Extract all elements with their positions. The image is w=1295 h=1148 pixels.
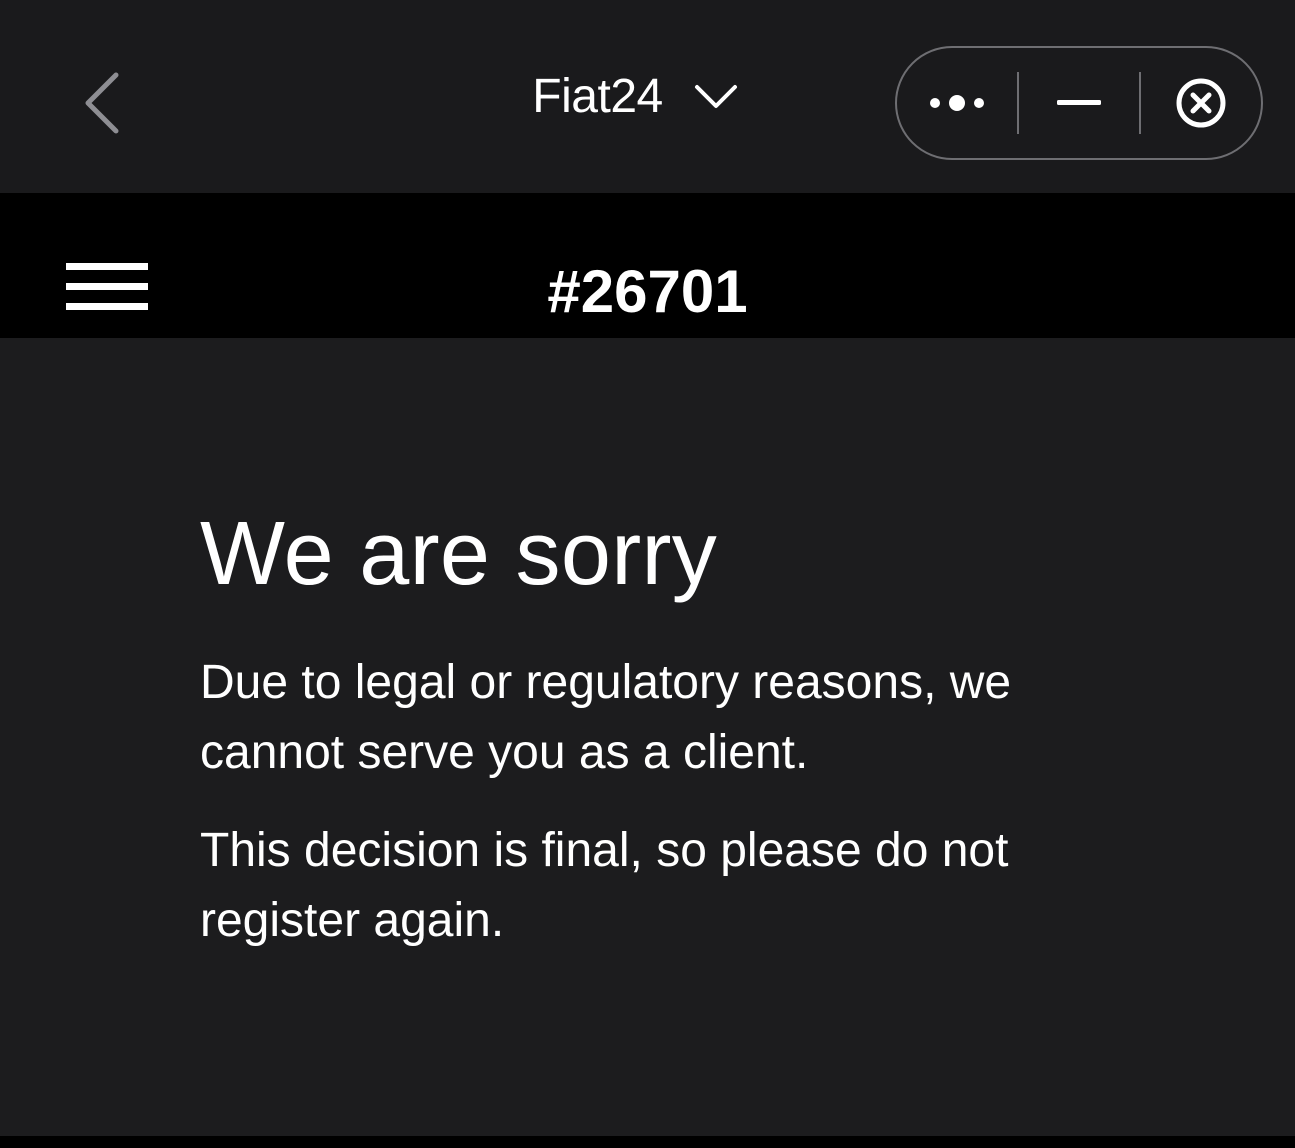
close-button[interactable] [1141,48,1261,158]
account-number: #26701 [547,258,748,325]
more-button[interactable] [897,48,1017,158]
screen: Fiat24 #26701 We are sorry Due to legal … [0,0,1295,1148]
main-content: We are sorry Due to legal or regulatory … [200,338,1160,956]
bottom-edge [0,1136,1295,1148]
minimize-button[interactable] [1019,48,1139,158]
app-title: Fiat24 [532,70,663,123]
final-decision-message: This decision is final, so please do not… [200,824,1009,947]
page-title: We are sorry [200,504,718,604]
mini-program-top-bar: Fiat24 [0,0,1295,193]
close-circle-icon [1176,78,1226,128]
chevron-down-icon [693,83,739,111]
more-dots-icon [930,95,984,111]
chevron-left-icon [85,72,119,134]
title-dropdown[interactable]: Fiat24 [532,69,738,124]
capsule-menu [895,46,1263,160]
minimize-icon [1057,100,1101,105]
back-button[interactable] [62,58,142,148]
rejection-message: Due to legal or regulatory reasons, we c… [200,656,1012,779]
app-header: #26701 [0,193,1295,338]
